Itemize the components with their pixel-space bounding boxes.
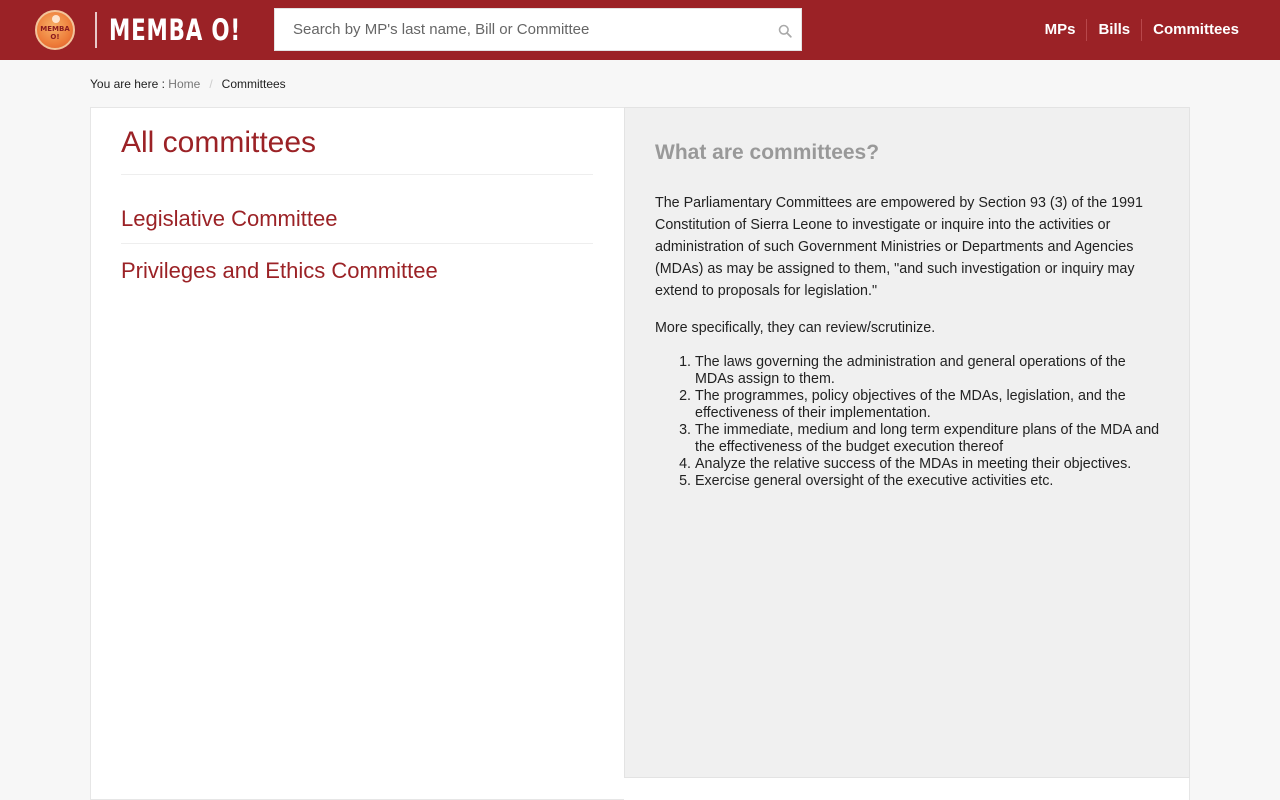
list-item: The laws governing the administration an… <box>695 354 1160 388</box>
breadcrumb-home-link[interactable]: Home <box>168 77 200 91</box>
list-item: Analyze the relative success of the MDAs… <box>695 456 1160 473</box>
page-title: All committees <box>121 126 317 159</box>
nav-item-mps[interactable]: MPs <box>1034 19 1087 41</box>
logo-divider <box>95 12 97 48</box>
committees-info-panel: What are committees? The Parliamentary C… <box>624 107 1190 778</box>
panel-footer-strip <box>624 778 1190 800</box>
breadcrumb-prefix: You are here : <box>90 77 165 91</box>
info-paragraph-mandate: The Parliamentary Committees are empower… <box>655 195 1143 299</box>
list-item: The programmes, policy objectives of the… <box>695 388 1160 422</box>
top-navbar: MEMBA O! MEMBA O! MPs Bills Committees <box>0 0 1280 60</box>
brand-wordmark[interactable]: MEMBA O! <box>109 12 241 48</box>
nav-item-committees[interactable]: Committees <box>1142 19 1250 41</box>
info-paragraph-scope: More specifically, they can review/scrut… <box>655 320 936 336</box>
logo-badge-text: MEMBA O! <box>40 25 70 41</box>
committee-link-privileges-ethics[interactable]: Privileges and Ethics Committee <box>121 258 438 284</box>
committee-link-legislative[interactable]: Legislative Committee <box>121 206 337 232</box>
logo-badge-icon[interactable]: MEMBA O! <box>35 10 75 50</box>
search-box <box>274 8 802 51</box>
breadcrumb: You are here : Home / Committees <box>90 77 286 91</box>
committee-divider <box>121 243 593 244</box>
search-input[interactable] <box>275 9 765 50</box>
list-item: The immediate, medium and long term expe… <box>695 422 1160 456</box>
info-heading: What are committees? <box>655 141 880 164</box>
scrutiny-list: The laws governing the administration an… <box>655 354 1160 490</box>
title-divider <box>121 174 593 175</box>
main-nav: MPs Bills Committees <box>1034 0 1250 60</box>
breadcrumb-current: Committees <box>221 77 286 91</box>
list-item: Exercise general oversight of the execut… <box>695 473 1160 490</box>
breadcrumb-separator: / <box>209 77 213 91</box>
logo-pin-icon <box>52 15 60 23</box>
committees-list-panel: All committees Legislative Committee Pri… <box>90 107 625 800</box>
search-icon[interactable] <box>778 24 792 38</box>
nav-item-bills[interactable]: Bills <box>1087 19 1141 41</box>
